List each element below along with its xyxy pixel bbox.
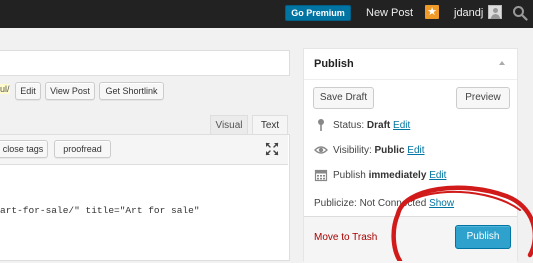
status-edit-link[interactable]: Edit: [393, 120, 410, 131]
right-gutter: [518, 28, 533, 261]
username-link[interactable]: jdandj: [454, 7, 483, 19]
view-post-button[interactable]: View Post: [45, 82, 95, 100]
tab-text[interactable]: Text: [252, 115, 288, 134]
status-value: Draft: [366, 120, 391, 131]
publicize-show-link[interactable]: Show: [429, 198, 454, 209]
status-label: Status:: [333, 120, 365, 131]
publish-metabox: Publish Save Draft Preview Status: Draft…: [303, 48, 518, 263]
visibility-row: Visibility: Public Edit: [314, 143, 425, 159]
fullscreen-icon[interactable]: [265, 142, 279, 156]
editor-tabs: Visual Text: [0, 115, 290, 134]
schedule-edit-link[interactable]: Edit: [429, 170, 446, 181]
calendar-icon: [314, 170, 328, 182]
permalink-row: ul/ Edit View Post Get Shortlink: [0, 81, 300, 101]
collapse-arrow-icon[interactable]: [499, 61, 505, 65]
schedule-row: Publish immediately Edit: [314, 168, 446, 184]
close-tags-button[interactable]: close tags: [0, 140, 48, 158]
pin-icon: [318, 119, 324, 132]
visibility-label: Visibility:: [333, 145, 372, 156]
eye-icon: [314, 146, 328, 155]
star-icon[interactable]: ★: [425, 5, 439, 19]
status-row: Status: Draft Edit: [314, 118, 410, 134]
admin-bar: Go Premium New Post ★ jdandj: [0, 0, 533, 28]
go-premium-button[interactable]: Go Premium: [285, 5, 351, 21]
publish-header[interactable]: Publish: [304, 49, 517, 80]
move-to-trash-link[interactable]: Move to Trash: [314, 232, 377, 243]
avatar-body: [491, 14, 500, 19]
text-editor[interactable]: close tags proofread art-for-sale/" titl…: [0, 134, 290, 261]
schedule-value: immediately: [368, 170, 427, 181]
schedule-label: Publish: [333, 170, 366, 181]
proofread-button[interactable]: proofread: [54, 140, 111, 158]
code-line: art-for-sale/" title="Art for sale": [0, 205, 200, 216]
quicktags-toolbar: close tags proofread: [0, 135, 288, 165]
publish-title: Publish: [314, 58, 354, 70]
publish-button[interactable]: Publish: [455, 225, 511, 249]
post-title-input[interactable]: [0, 50, 290, 76]
permalink-slug: ul/: [0, 84, 10, 94]
avatar-head: [493, 8, 498, 13]
permalink-slug-text[interactable]: ul/: [0, 84, 10, 94]
visibility-edit-link[interactable]: Edit: [407, 145, 424, 156]
search-icon[interactable]: [512, 5, 528, 21]
publicize-label: Publicize: Not Connected: [314, 198, 427, 209]
major-publishing-actions: Move to Trash Publish: [304, 216, 517, 263]
save-draft-button[interactable]: Save Draft: [313, 87, 374, 109]
preview-button[interactable]: Preview: [456, 87, 510, 109]
visibility-value: Public: [374, 145, 405, 156]
tab-visual[interactable]: Visual: [210, 115, 248, 134]
new-post-link[interactable]: New Post: [366, 7, 413, 19]
avatar[interactable]: [488, 5, 502, 19]
get-shortlink-button[interactable]: Get Shortlink: [99, 82, 164, 100]
publicize-row: Publicize: Not Connected Show: [314, 198, 454, 209]
permalink-edit-button[interactable]: Edit: [15, 82, 41, 100]
